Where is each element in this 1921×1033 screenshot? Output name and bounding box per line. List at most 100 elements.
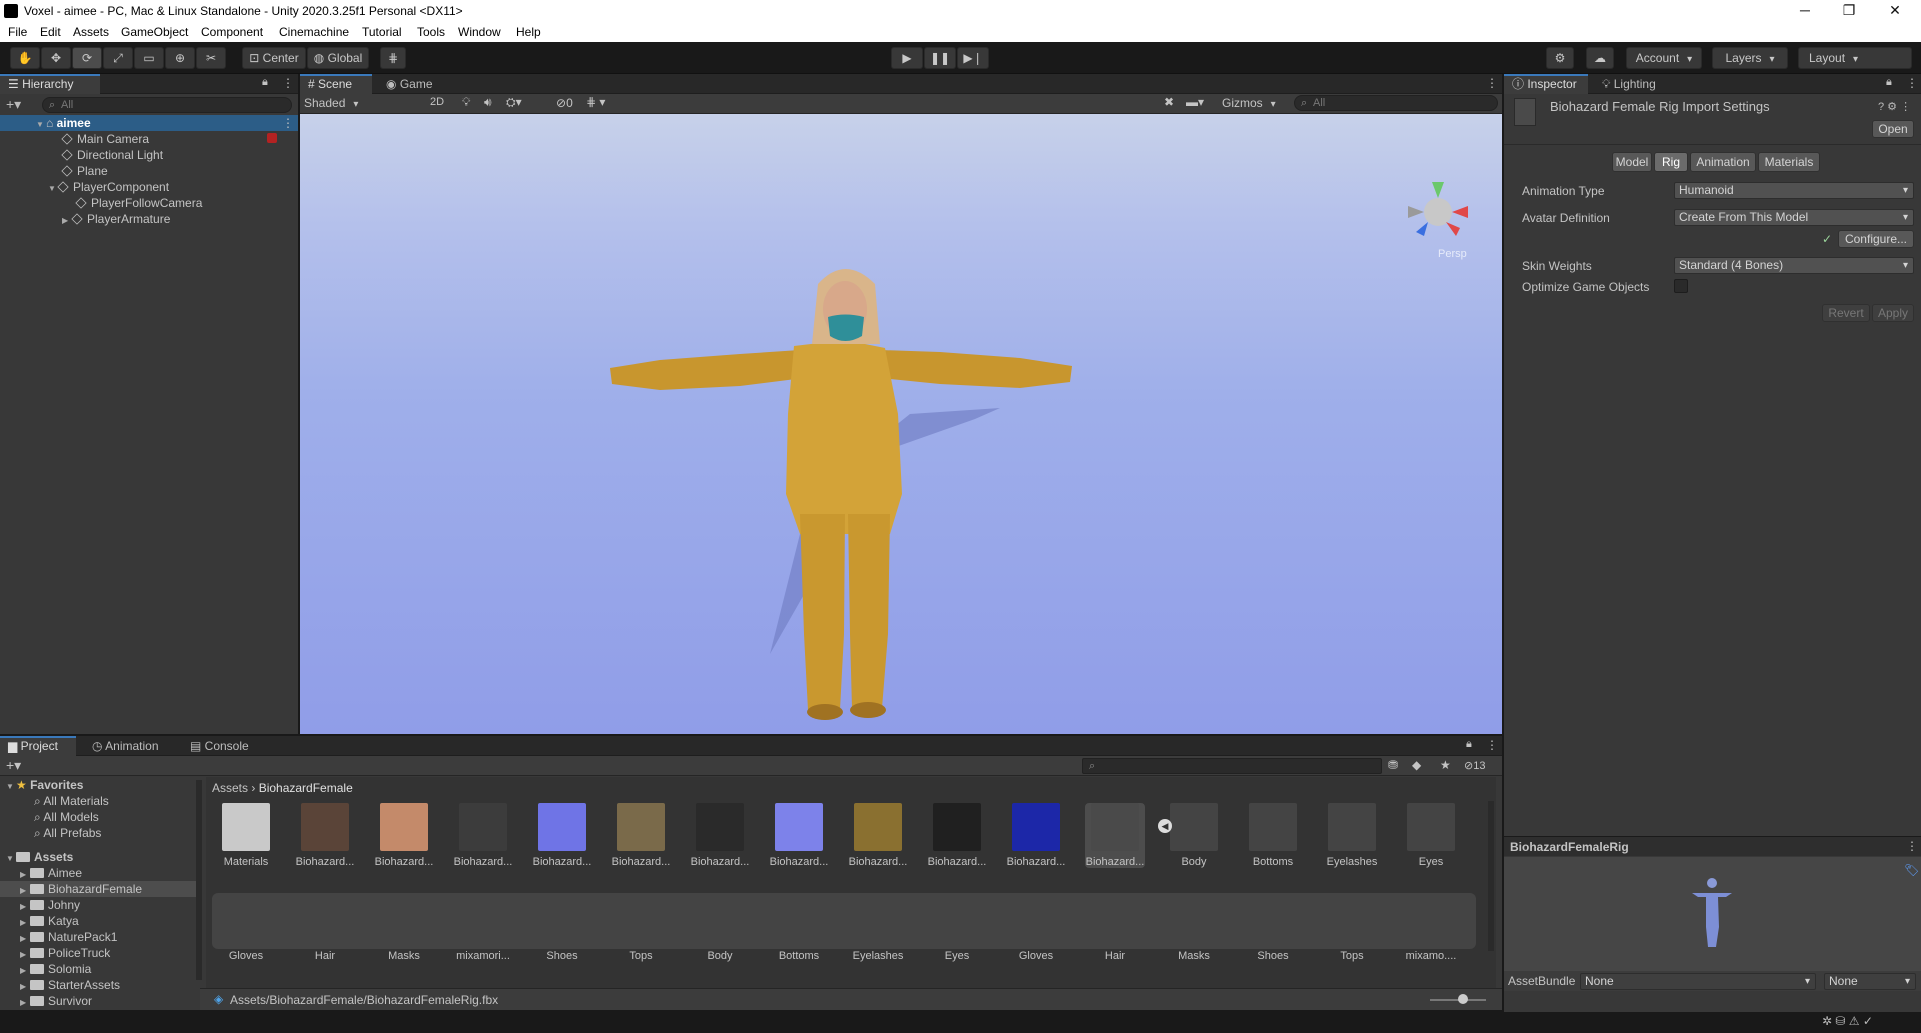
asset-tile[interactable]: Biohazard...: [848, 803, 908, 868]
subasset-tile[interactable]: Hair: [1085, 897, 1145, 962]
step-button[interactable]: ▶❘: [957, 47, 989, 69]
assetbundle-variant-dropdown[interactable]: None: [1824, 973, 1916, 990]
collapse-arrow-icon[interactable]: ▶: [62, 213, 72, 229]
asset-scrollbar[interactable]: [1488, 801, 1494, 951]
kebab-menu-icon[interactable]: ⋮: [282, 76, 294, 90]
space-global-button[interactable]: ◍ Global: [307, 47, 369, 69]
configure-button[interactable]: Configure...: [1838, 230, 1914, 248]
folder-aimee[interactable]: ▶ Aimee: [20, 865, 82, 881]
subasset-tile[interactable]: Hair: [295, 897, 355, 962]
tag-icon[interactable]: 🏷︎: [1904, 863, 1919, 877]
lock-icon[interactable]: 🔒︎: [1466, 738, 1472, 751]
breadcrumb-assets[interactable]: Assets: [212, 781, 248, 795]
camera-dropdown-icon[interactable]: ▬▾: [1186, 95, 1204, 109]
preview-header[interactable]: BiohazardFemaleRig ⋮: [1504, 836, 1921, 856]
minimize-button[interactable]: ─: [1782, 0, 1828, 22]
hierarchy-item-directional-light[interactable]: Directional Light: [61, 147, 163, 163]
filter-type-icon[interactable]: ⛃: [1388, 758, 1398, 772]
tools-icon[interactable]: ✖: [1164, 95, 1174, 109]
tab-animation[interactable]: ◷ Animation: [84, 736, 176, 756]
subasset-tile[interactable]: Masks: [374, 897, 434, 962]
help-settings-icons[interactable]: ? ⚙ ⋮: [1878, 100, 1911, 113]
asset-tile[interactable]: Eyelashes: [1322, 803, 1382, 868]
project-search-input[interactable]: [1082, 758, 1382, 774]
collapse-subassets-icon[interactable]: ◀: [1158, 819, 1172, 833]
zoom-slider-handle[interactable]: [1458, 994, 1468, 1004]
account-dropdown[interactable]: Account: [1626, 47, 1702, 69]
scene-search-input[interactable]: All: [1294, 95, 1498, 111]
tab-lighting[interactable]: 💡︎ Lighting: [1594, 74, 1678, 94]
revert-button[interactable]: Revert: [1822, 304, 1870, 322]
scene-menu-icon[interactable]: ⋮: [282, 115, 294, 131]
menu-tutorial[interactable]: Tutorial: [362, 25, 402, 39]
favorite-star-icon[interactable]: ★: [1440, 758, 1451, 772]
tree-scrollbar[interactable]: [196, 780, 202, 980]
hierarchy-item-main-camera[interactable]: Main Camera: [61, 131, 149, 147]
tab-console[interactable]: ▤ Console: [182, 736, 262, 756]
favorite-item-all-materials[interactable]: ⌕ All Materials: [34, 793, 109, 809]
asset-tile[interactable]: Biohazard...: [1006, 803, 1066, 868]
asset-tile[interactable]: Biohazard...: [453, 803, 513, 868]
snap-grid-icon[interactable]: ⋕: [380, 47, 406, 69]
asset-tile[interactable]: Biohazard...: [611, 803, 671, 868]
subasset-tile[interactable]: Bottoms: [769, 897, 829, 962]
create-plus-icon[interactable]: +▾: [6, 757, 21, 774]
skin-weights-dropdown[interactable]: Standard (4 Bones): [1674, 257, 1914, 274]
filter-label-icon[interactable]: ◆: [1412, 758, 1421, 772]
asset-tile[interactable]: Biohazard...: [295, 803, 355, 868]
subasset-tile[interactable]: Shoes: [532, 897, 592, 962]
asset-tile[interactable]: Materials: [216, 803, 276, 868]
toggle-2d-button[interactable]: 2D: [430, 96, 452, 108]
custom-tool-icon[interactable]: ✂: [196, 47, 226, 69]
hand-tool-icon[interactable]: ✋: [10, 47, 40, 69]
subtab-model[interactable]: Model: [1612, 152, 1652, 172]
grid-dropdown-icon[interactable]: ⋕ ▾: [586, 95, 605, 109]
folder-starterassets[interactable]: ▶ StarterAssets: [20, 977, 120, 993]
assets-root[interactable]: ▼ Assets: [6, 849, 73, 865]
subtab-animation[interactable]: Animation: [1690, 152, 1756, 172]
folder-katya[interactable]: ▶ Katya: [20, 913, 79, 929]
kebab-menu-icon[interactable]: ⋮: [1906, 76, 1918, 90]
folder-policetruck[interactable]: ▶ PoliceTruck: [20, 945, 110, 961]
subtab-rig[interactable]: Rig: [1654, 152, 1688, 172]
scale-tool-icon[interactable]: ⤢: [103, 47, 133, 69]
favorites-header[interactable]: ▼ ★ Favorites: [6, 777, 83, 793]
expand-arrow-icon[interactable]: ▼: [48, 181, 58, 197]
hierarchy-item-player-follow-camera[interactable]: PlayerFollowCamera: [75, 195, 202, 211]
avatar-definition-dropdown[interactable]: Create From This Model: [1674, 209, 1914, 226]
breadcrumb-biohazard-female[interactable]: BiohazardFemale: [259, 781, 353, 795]
subasset-tile[interactable]: Eyelashes: [848, 897, 908, 962]
hierarchy-item-player-armature[interactable]: ▶ PlayerArmature: [62, 211, 170, 227]
scene-menu-icon[interactable]: ⋮: [1486, 76, 1498, 90]
pause-button[interactable]: ❚❚: [924, 47, 956, 69]
scene-row[interactable]: ▼ ⌂ aimee ⋮: [0, 115, 298, 131]
lighting-toggle-icon[interactable]: 💡︎: [462, 95, 470, 110]
subasset-tile[interactable]: Tops: [1322, 897, 1382, 962]
tab-scene[interactable]: # Scene: [300, 74, 372, 94]
menu-edit[interactable]: Edit: [40, 25, 61, 39]
tab-project[interactable]: ▆ Project: [0, 736, 76, 756]
gizmos-dropdown[interactable]: Gizmos: [1222, 96, 1276, 110]
asset-tile[interactable]: Bottoms: [1243, 803, 1303, 868]
menu-help[interactable]: Help: [516, 25, 541, 39]
subasset-tile[interactable]: Shoes: [1243, 897, 1303, 962]
transform-tool-icon[interactable]: ⊕: [165, 47, 195, 69]
audio-toggle-icon[interactable]: 🔊︎: [484, 95, 492, 110]
collab-icon[interactable]: ⚙: [1546, 47, 1574, 69]
projection-label[interactable]: Persp: [1438, 248, 1467, 260]
preview-menu-icon[interactable]: ⋮: [1906, 839, 1918, 853]
lock-icon[interactable]: 🔒︎: [262, 76, 268, 89]
tab-inspector[interactable]: ⓘ Inspector: [1504, 74, 1588, 94]
subasset-tile[interactable]: Tops: [611, 897, 671, 962]
cloud-icon[interactable]: ☁: [1586, 47, 1614, 69]
preview-area[interactable]: 🏷︎: [1504, 857, 1921, 971]
hierarchy-search-input[interactable]: All: [42, 97, 292, 113]
subasset-tile[interactable]: Body: [690, 897, 750, 962]
assetbundle-dropdown[interactable]: None: [1580, 973, 1816, 990]
menu-tools[interactable]: Tools: [417, 25, 445, 39]
move-tool-icon[interactable]: ✥: [41, 47, 71, 69]
play-button[interactable]: ▶: [891, 47, 923, 69]
subasset-tile[interactable]: Masks: [1164, 897, 1224, 962]
menu-file[interactable]: File: [8, 25, 27, 39]
apply-button[interactable]: Apply: [1872, 304, 1914, 322]
